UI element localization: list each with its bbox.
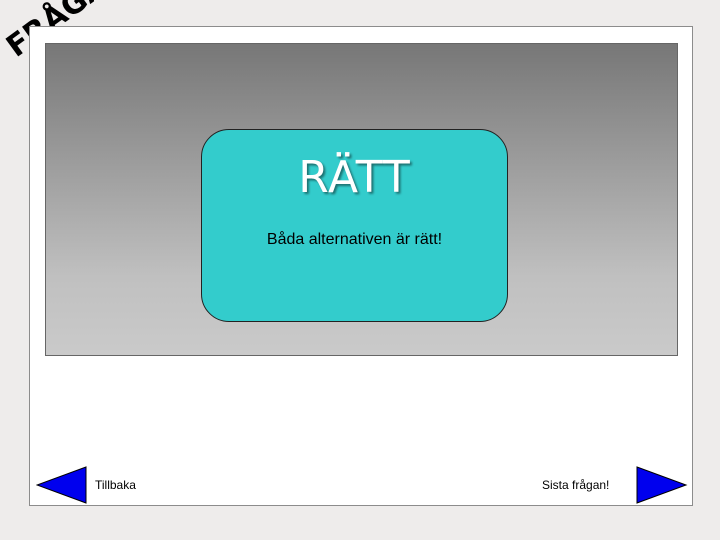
answer-title: RÄTT	[298, 152, 411, 203]
next-label[interactable]: Sista frågan!	[542, 478, 609, 492]
left-arrow-icon	[36, 466, 87, 504]
answer-card: RÄTT Båda alternativen är rätt!	[201, 129, 508, 322]
right-arrow-icon	[636, 466, 688, 504]
content-stage: RÄTT Båda alternativen är rätt!	[45, 43, 678, 356]
next-button[interactable]	[636, 466, 688, 504]
answer-message: Båda alternativen är rätt!	[266, 231, 443, 248]
back-label[interactable]: Tillbaka	[95, 478, 136, 492]
slide-frame: RÄTT Båda alternativen är rätt!	[29, 26, 693, 506]
back-button[interactable]	[36, 466, 88, 504]
